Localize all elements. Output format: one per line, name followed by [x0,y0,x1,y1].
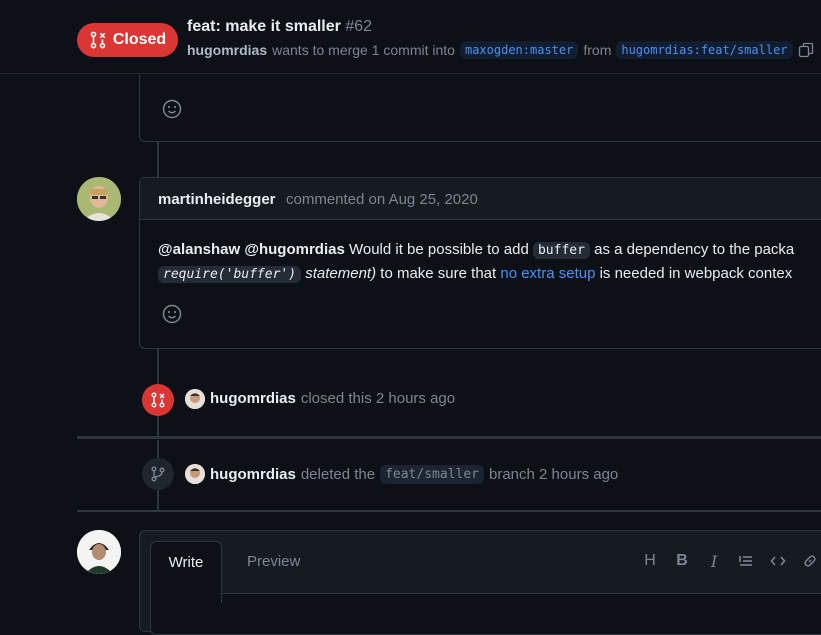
comment-text: as a dependency to the packa [594,241,795,258]
avatar-image [185,464,205,484]
closed-event: hugomrdias closed this 2 hours ago [210,390,455,407]
deleted-branch-name: feat/smaller [380,465,484,484]
event-action: deleted the [300,466,376,483]
git-branch-icon [151,466,165,482]
comment-line-1: @alanshaw @hugomrdias Would it be possib… [158,238,821,262]
current-user-avatar[interactable] [77,530,121,574]
smiley-icon [162,99,182,119]
inline-code: require('buffer') [158,266,302,283]
mention[interactable]: @hugomrdias [244,241,344,258]
comment-text: is needed in webpack contex [599,265,793,282]
timeline-line [157,141,159,177]
comment: martinheidegger commented on Aug 25, 202… [139,177,821,349]
comment-body: @alanshaw @hugomrdias Would it be possib… [158,238,821,286]
pr-number: #62 [345,18,373,35]
italic-icon[interactable]: I [704,551,724,571]
git-pull-request-closed-icon [90,31,106,49]
comment-textarea[interactable] [150,593,821,635]
comment-text: Would it be possible to add [348,241,529,258]
event-action: branch 2 hours ago [489,466,619,483]
event-action: closed this 2 hours ago [300,390,456,407]
comment-timestamp[interactable]: commented on Aug 25, 2020 [286,191,478,208]
tab-write[interactable]: Write [150,541,222,603]
pr-state-badge: Closed [77,23,178,57]
git-pull-request-closed-icon [151,392,165,408]
link-icon[interactable] [800,551,820,571]
code-icon[interactable] [768,551,788,571]
extra-setup-link[interactable]: no extra setup [500,265,595,282]
base-branch[interactable]: maxogden:master [459,41,579,59]
pr-title-text[interactable]: feat: make it smaller [187,18,341,35]
sticky-pr-header: Closed feat: make it smaller #62 hugomrd… [0,0,821,74]
actor-avatar[interactable] [185,464,205,484]
avatar[interactable] [77,177,121,221]
comment-composer: Write Preview H B I [139,530,821,635]
avatar-image [185,389,205,409]
markdown-toolbar: H B I [640,551,820,571]
timeline-divider [77,436,821,439]
previous-comment [139,73,821,142]
comment-text: statement) [305,265,377,282]
comment-author[interactable]: martinheidegger [158,191,276,208]
from-text: from [583,42,612,58]
pr-title[interactable]: feat: make it smaller #62 [187,18,372,36]
event-actor[interactable]: hugomrdias [210,466,296,483]
inline-code: buffer [532,242,590,259]
copy-icon[interactable] [798,42,814,58]
merge-text: wants to merge 1 commit into [272,42,455,58]
quote-icon[interactable] [736,551,756,571]
heading-icon[interactable]: H [640,551,660,571]
comment-header: martinheidegger commented on Aug 25, 202… [140,178,821,220]
deleted-branch-event: hugomrdias deleted the feat/smaller bran… [210,465,618,484]
bold-icon[interactable]: B [672,551,692,571]
pr-state-label: Closed [112,31,167,48]
add-reaction-button[interactable] [158,95,186,123]
avatar-image [77,177,121,221]
timeline-divider [77,510,821,512]
branch-event-badge [142,458,174,490]
mention[interactable]: @alanshaw [158,241,240,258]
tab-preview[interactable]: Preview [247,553,300,570]
event-actor[interactable]: hugomrdias [210,390,296,407]
pr-author[interactable]: hugomrdias [187,42,267,58]
actor-avatar[interactable] [185,389,205,409]
avatar-image [77,530,121,574]
smiley-icon [162,304,182,324]
pr-subtitle: hugomrdias wants to merge 1 commit into … [187,41,814,59]
comment-text: to make sure that [380,265,497,282]
comment-line-2: require('buffer') statement) to make sur… [158,262,821,286]
closed-event-badge [142,384,174,416]
add-reaction-button[interactable] [158,300,186,328]
head-branch[interactable]: hugomrdias:feat/smaller [616,41,793,59]
